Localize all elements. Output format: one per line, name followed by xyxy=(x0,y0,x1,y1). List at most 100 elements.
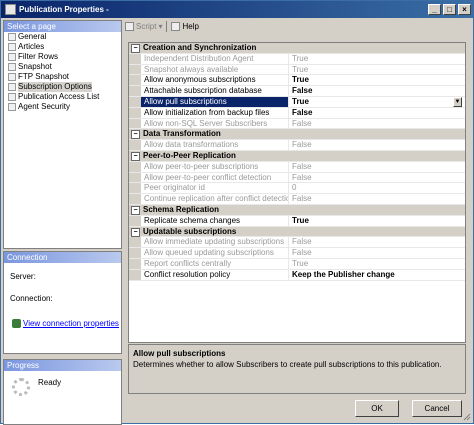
property-row[interactable]: Allow initialization from backup files Fa… xyxy=(129,107,465,119)
property-name: Allow initialization from backup files xyxy=(141,107,289,118)
property-row[interactable]: Allow anonymous subscriptions True xyxy=(129,75,465,87)
view-connection-properties-link[interactable]: View connection properties xyxy=(12,319,119,328)
category-row[interactable]: − Data Transformation xyxy=(129,129,465,141)
page-item-label: Subscription Options xyxy=(18,82,92,92)
resize-grip-icon[interactable] xyxy=(463,413,471,421)
page-item-label: Articles xyxy=(18,42,45,51)
property-name: Allow data transformations xyxy=(141,140,289,150)
category-header: − Schema Replication xyxy=(129,204,465,215)
close-button[interactable]: × xyxy=(458,4,471,15)
row-gutter xyxy=(129,107,141,118)
page-item-general[interactable]: General xyxy=(4,32,121,42)
row-gutter xyxy=(129,118,141,129)
property-name: Continue replication after conflict dete… xyxy=(141,194,289,204)
property-row[interactable]: Attachable subscription database False xyxy=(129,86,465,97)
maximize-button[interactable]: □ xyxy=(443,4,456,15)
property-name: Allow peer-to-peer subscriptions xyxy=(141,161,289,172)
ok-button[interactable]: OK xyxy=(355,400,399,417)
collapse-icon[interactable]: − xyxy=(131,151,140,161)
page-item-articles[interactable]: Articles xyxy=(4,42,121,52)
select-page-panel: Select a page General Articles Filter Rows… xyxy=(3,20,122,249)
property-value[interactable]: True xyxy=(289,97,465,107)
category-label: Peer-to-Peer Replication xyxy=(143,150,236,160)
property-row[interactable]: Conflict resolution policy Keep the Publi… xyxy=(129,269,465,281)
toolbar-separator xyxy=(166,20,168,32)
link-text: View connection properties xyxy=(23,319,119,328)
page-item-label: Publication Access List xyxy=(18,92,100,101)
select-page-header: Select a page xyxy=(4,21,121,32)
connection-panel: Connection Server: Connection: View conn… xyxy=(3,251,122,354)
category-header: − Creation and Synchronization xyxy=(129,43,465,53)
property-value: False xyxy=(292,248,312,258)
property-row[interactable]: Peer originator id 0 xyxy=(129,183,465,195)
category-row[interactable]: − Peer-to-Peer Replication xyxy=(129,150,465,162)
row-gutter xyxy=(129,53,141,64)
dropdown-arrow-icon[interactable]: ▼ xyxy=(453,96,462,107)
collapse-icon[interactable]: − xyxy=(131,44,140,53)
property-name: Replicate schema changes xyxy=(141,215,289,226)
row-gutter xyxy=(129,194,141,204)
property-row[interactable]: Allow queued updating subscriptions False xyxy=(129,248,465,259)
collapse-icon[interactable]: − xyxy=(131,130,140,140)
row-gutter xyxy=(129,183,141,194)
title-bar[interactable]: Publication Properties - _ □ × xyxy=(1,1,473,18)
property-value: False xyxy=(292,172,312,182)
property-value: False xyxy=(292,118,312,128)
property-name: Allow anonymous subscriptions xyxy=(141,75,289,86)
property-name: Snapshot always available xyxy=(141,64,289,75)
property-name: Peer originator id xyxy=(141,183,289,194)
row-gutter xyxy=(129,215,141,226)
property-value: True xyxy=(292,258,309,268)
page-item-snapshot[interactable]: Snapshot xyxy=(4,62,121,72)
property-value[interactable]: False xyxy=(289,86,465,96)
property-row[interactable]: Report conflicts centrally True xyxy=(129,258,465,270)
property-row[interactable]: Continue replication after conflict dete… xyxy=(129,194,465,205)
property-row[interactable]: Allow peer-to-peer conflict detection Fal… xyxy=(129,172,465,184)
property-value[interactable]: True xyxy=(289,216,465,226)
collapse-icon[interactable]: − xyxy=(131,227,140,237)
property-value: True xyxy=(292,53,309,63)
property-row[interactable]: Allow peer-to-peer subscriptions False xyxy=(129,161,465,173)
category-row[interactable]: − Schema Replication xyxy=(129,204,465,216)
property-row[interactable]: Replicate schema changes True xyxy=(129,215,465,227)
property-row[interactable]: Allow non-SQL Server Subscribers False xyxy=(129,118,465,130)
description-title: Allow pull subscriptions xyxy=(133,349,226,358)
left-pane: Select a page General Articles Filter Rows… xyxy=(3,20,122,425)
category-row[interactable]: − Updatable subscriptions xyxy=(129,226,465,238)
cancel-button[interactable]: Cancel xyxy=(412,400,462,417)
progress-spinner-icon xyxy=(12,378,30,396)
property-grid[interactable]: − Creation and Synchronization Independent… xyxy=(128,42,466,343)
property-row[interactable]: Allow pull subscriptions True ▼ xyxy=(129,96,465,108)
page-item-label: FTP Snapshot xyxy=(18,72,69,81)
property-row[interactable]: Independent Distribution Agent True xyxy=(129,53,465,65)
script-button[interactable]: Script ▾ xyxy=(125,21,162,31)
script-icon xyxy=(125,21,134,31)
page-item-agent-security[interactable]: Agent Security xyxy=(4,102,121,112)
category-label: Creation and Synchronization xyxy=(143,43,257,52)
property-row[interactable]: Allow data transformations False xyxy=(129,140,465,151)
page-item-ftp-snapshot[interactable]: FTP Snapshot xyxy=(4,72,121,82)
page-icon xyxy=(8,73,16,81)
collapse-icon[interactable]: − xyxy=(131,205,140,215)
page-item-label: Agent Security xyxy=(18,102,71,111)
page-item-subscription-options[interactable]: Subscription Options xyxy=(4,82,121,92)
progress-panel: Progress Ready xyxy=(3,359,122,425)
page-item-publication-access-list[interactable]: Publication Access List xyxy=(4,92,121,102)
progress-status: Ready xyxy=(38,378,62,387)
category-row[interactable]: − Creation and Synchronization xyxy=(129,43,465,54)
property-value: False xyxy=(292,161,312,171)
help-button[interactable]: Help xyxy=(171,21,199,31)
property-row[interactable]: Snapshot always available True xyxy=(129,64,465,76)
app-icon xyxy=(5,4,16,15)
page-item-filter-rows[interactable]: Filter Rows xyxy=(4,52,121,62)
property-value[interactable]: Keep the Publisher change xyxy=(289,270,465,280)
category-header: − Data Transformation xyxy=(129,129,465,140)
page-item-label: Snapshot xyxy=(18,62,52,71)
minimize-button[interactable]: _ xyxy=(428,4,441,15)
server-label: Server: xyxy=(10,272,36,281)
description-panel: Allow pull subscriptions Determines whet… xyxy=(128,344,466,394)
property-value[interactable]: False xyxy=(289,108,465,118)
connection-label: Connection: xyxy=(10,294,53,303)
property-row[interactable]: Allow immediate updating subscriptions Fa… xyxy=(129,237,465,249)
property-value[interactable]: True xyxy=(289,75,465,85)
